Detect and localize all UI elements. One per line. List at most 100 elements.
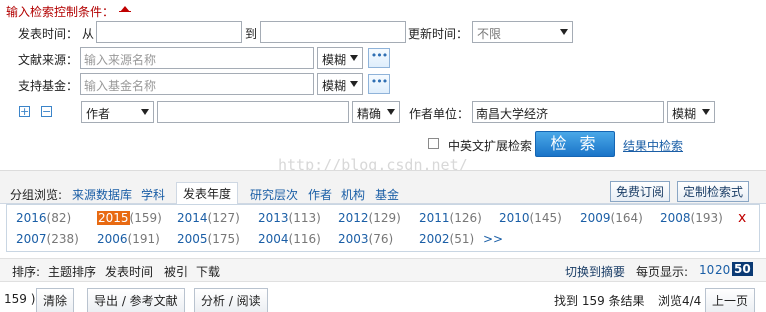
year-count: (193)	[690, 211, 723, 225]
close-icon[interactable]: x	[738, 210, 746, 226]
author-unit-match-select[interactable]: 模糊	[667, 101, 715, 123]
tab-institution[interactable]: 机构	[341, 186, 365, 203]
date-to-input[interactable]	[260, 21, 406, 43]
source-label: 文献来源：	[18, 53, 79, 67]
fund-label: 支持基金：	[18, 79, 79, 93]
year-count: (145)	[529, 211, 562, 225]
year-count: (127)	[207, 211, 240, 225]
date-from-input[interactable]	[96, 21, 242, 43]
years-more-link[interactable]: >>	[483, 232, 503, 246]
author-match-select[interactable]: 精确	[352, 101, 400, 123]
tab-author[interactable]: 作者	[308, 186, 332, 203]
year-item-2007[interactable]: 2007(238)	[16, 232, 79, 246]
fund-more-button[interactable]: •••	[368, 74, 390, 94]
search-button[interactable]: 检 索	[535, 131, 615, 157]
year-item-2015[interactable]: 2015(159)	[97, 211, 162, 225]
page-info: 浏览4/4	[658, 294, 702, 308]
year-number: 2007	[16, 232, 47, 246]
year-number: 2016	[16, 211, 47, 225]
sort-pub-time[interactable]: 发表时间	[105, 263, 153, 280]
custom-search-button[interactable]: 定制检索式	[677, 181, 750, 202]
year-item-2006[interactable]: 2006(191)	[97, 232, 160, 246]
tab-fund[interactable]: 基金	[375, 186, 399, 203]
sort-download[interactable]: 下载	[196, 263, 220, 280]
result-search-link[interactable]: 结果中检索	[623, 137, 683, 154]
year-count: (238)	[46, 232, 79, 246]
year-item-2008[interactable]: 2008(193)	[660, 211, 723, 225]
year-item-2002[interactable]: 2002(51)	[419, 232, 474, 246]
year-item-2011[interactable]: 2011(126)	[419, 211, 482, 225]
collapse-underline	[119, 11, 131, 12]
tab-research-level[interactable]: 研究层次	[250, 186, 298, 203]
per-page-20[interactable]: 20	[715, 263, 730, 277]
year-item-2012[interactable]: 2012(129)	[338, 211, 401, 225]
fund-match-select[interactable]: 模糊	[317, 73, 363, 95]
year-count: (51)	[449, 232, 475, 246]
year-number: 2002	[419, 232, 450, 246]
year-item-2009[interactable]: 2009(164)	[580, 211, 643, 225]
sort-cited[interactable]: 被引	[164, 263, 188, 280]
author-unit-input[interactable]: 南昌大学经济	[472, 101, 664, 123]
tab-source-db[interactable]: 来源数据库	[72, 186, 132, 203]
year-number: 2010	[499, 211, 530, 225]
analyze-button[interactable]: 分析 / 阅读	[194, 288, 268, 312]
year-item-2016[interactable]: 2016(82)	[16, 211, 71, 225]
source-more-button[interactable]: •••	[368, 48, 390, 68]
year-count: (159)	[129, 211, 162, 225]
per-page-label: 每页显示:	[636, 265, 689, 279]
source-input[interactable]: 输入来源名称	[80, 47, 314, 69]
year-count: (175)	[207, 232, 240, 246]
fund-match-value: 模糊	[322, 79, 347, 93]
update-time-value: 不限	[477, 27, 502, 41]
chevron-down-icon	[141, 109, 149, 115]
fund-placeholder: 输入基金名称	[84, 79, 157, 93]
year-item-2003[interactable]: 2003(76)	[338, 232, 393, 246]
year-item-2005[interactable]: 2005(175)	[177, 232, 240, 246]
per-page-50[interactable]: 50	[732, 262, 753, 276]
source-match-select[interactable]: 模糊	[317, 47, 363, 69]
year-number: 2015	[97, 211, 130, 225]
year-count: (113)	[288, 211, 321, 225]
extend-label: 中英文扩展检索	[448, 139, 533, 153]
year-item-2014[interactable]: 2014(127)	[177, 211, 240, 225]
source-match-value: 模糊	[322, 53, 347, 67]
sort-topic[interactable]: 主题排序	[48, 263, 96, 280]
author-input[interactable]	[157, 101, 349, 123]
chevron-down-icon	[702, 109, 710, 115]
year-number: 2003	[338, 232, 369, 246]
year-count: (164)	[610, 211, 643, 225]
author-match-value: 精确	[357, 107, 382, 121]
per-page-10[interactable]: 10	[699, 263, 714, 277]
tab-subject[interactable]: 学科	[141, 186, 165, 203]
author-unit-match-value: 模糊	[672, 107, 697, 121]
update-time-select[interactable]: 不限	[472, 21, 573, 43]
switch-abstract-link[interactable]: 切换到摘要	[565, 263, 625, 280]
minus-icon[interactable]: −	[41, 106, 52, 117]
extend-checkbox[interactable]	[428, 138, 439, 149]
author-unit-label: 作者单位：	[409, 107, 470, 121]
author-field-value: 作者	[86, 107, 111, 121]
year-item-2013[interactable]: 2013(113)	[258, 211, 321, 225]
fund-input[interactable]: 输入基金名称	[80, 73, 314, 95]
tab-pub-year[interactable]: 发表年度	[176, 182, 239, 205]
year-number: 2013	[258, 211, 289, 225]
year-count: (116)	[288, 232, 321, 246]
chevron-down-icon	[560, 29, 568, 35]
prev-page-button[interactable]: 上一页	[705, 288, 756, 312]
selected-count: 159 )	[4, 292, 36, 306]
year-item-2004[interactable]: 2004(116)	[258, 232, 321, 246]
author-unit-value: 南昌大学经济	[476, 107, 549, 121]
search-conditions-title: 输入检索控制条件：	[6, 3, 114, 20]
plus-icon[interactable]: +	[19, 106, 30, 117]
export-button[interactable]: 导出 / 参考文献	[87, 288, 185, 312]
clear-button[interactable]: 清除	[36, 288, 75, 312]
free-subscribe-button[interactable]: 免费订阅	[610, 181, 671, 202]
year-number: 2006	[97, 232, 128, 246]
year-number: 2009	[580, 211, 611, 225]
year-item-2010[interactable]: 2010(145)	[499, 211, 562, 225]
to-label: 到	[245, 27, 258, 41]
title-text: 输入检索控制条件：	[6, 5, 115, 19]
year-count: (129)	[368, 211, 401, 225]
year-count: (191)	[127, 232, 160, 246]
author-field-select[interactable]: 作者	[81, 101, 154, 123]
